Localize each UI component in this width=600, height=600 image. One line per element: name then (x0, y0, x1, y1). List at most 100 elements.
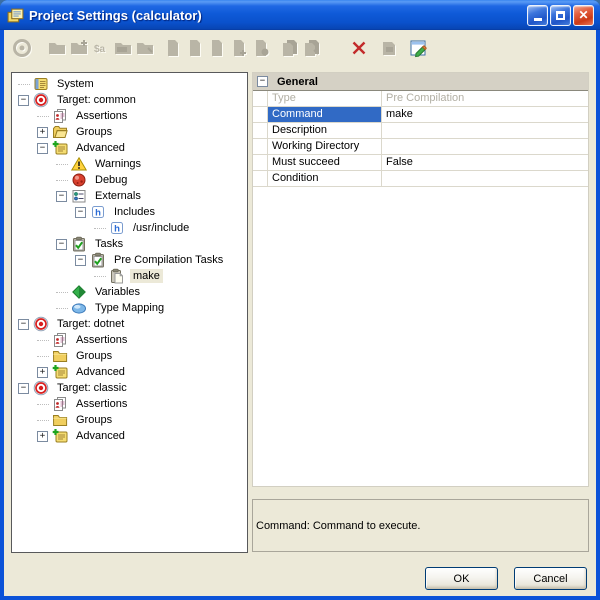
settings-tree[interactable]: System − Target: common Assertions + Gro… (11, 72, 248, 553)
tree-item[interactable]: Assertions (12, 108, 247, 124)
property-value[interactable] (382, 123, 588, 138)
tree-item[interactable]: System (12, 76, 247, 92)
minimize-icon (534, 18, 542, 21)
tree-item-label: Groups (73, 125, 115, 139)
tree-item[interactable]: Groups (12, 412, 247, 428)
warning-icon (71, 156, 88, 172)
tree-expander[interactable]: − (33, 140, 52, 156)
tree-expander (90, 220, 109, 236)
property-category-row[interactable]: − General (253, 73, 588, 91)
tree-item-label: System (54, 77, 97, 91)
property-name[interactable]: Working Directory (268, 139, 382, 154)
task-icon (71, 236, 88, 252)
tree-item[interactable]: − Pre Compilation Tasks (12, 252, 247, 268)
tree-expander (33, 108, 52, 124)
tree-item-label: Advanced (73, 365, 128, 379)
window-title: Project Settings (calculator) (29, 8, 525, 23)
property-row[interactable]: Working Directory (253, 139, 588, 155)
toolbar-group (279, 37, 323, 59)
tree-item-label: Assertions (73, 333, 130, 347)
property-name[interactable]: Condition (268, 171, 382, 186)
doc-gear-icon (250, 37, 272, 59)
docs2-icon (301, 37, 323, 59)
tree-expander[interactable]: − (71, 252, 90, 268)
property-help-text: Command: Command to execute. (256, 520, 420, 532)
property-name[interactable]: Description (268, 123, 382, 138)
folder3-icon (134, 37, 156, 59)
property-help-pane: Command: Command to execute. (252, 499, 589, 552)
dialog-client-area: $a System − Target: common Assertions + … (4, 30, 596, 596)
tree-expander[interactable]: − (52, 188, 71, 204)
tree-item[interactable]: − Advanced (12, 140, 247, 156)
tree-item[interactable]: make (12, 268, 247, 284)
tree-item[interactable]: − Externals (12, 188, 247, 204)
tree-item-label: Groups (73, 349, 115, 363)
property-row[interactable]: Must succeed False (253, 155, 588, 171)
property-row[interactable]: Command make (253, 107, 588, 123)
property-value[interactable]: Pre Compilation (382, 91, 588, 106)
property-value[interactable] (382, 139, 588, 154)
ok-button[interactable]: OK (425, 567, 498, 590)
close-button[interactable]: ✕ (573, 5, 594, 26)
tree-expander[interactable]: + (33, 124, 52, 140)
tree-item[interactable]: Assertions (12, 332, 247, 348)
tree-item[interactable]: Groups (12, 348, 247, 364)
maximize-icon (556, 11, 565, 20)
tree-expander[interactable]: + (33, 428, 52, 444)
make-icon (109, 268, 126, 284)
tree-item[interactable]: h /usr/include (12, 220, 247, 236)
target-icon (33, 316, 50, 332)
tree-item-label: Target: dotnet (54, 317, 127, 331)
minimize-button[interactable] (527, 5, 548, 26)
tree-item[interactable]: Type Mapping (12, 300, 247, 316)
edit-icon[interactable] (408, 37, 430, 59)
maximize-button[interactable] (550, 5, 571, 26)
property-row[interactable]: Type Pre Compilation (253, 91, 588, 107)
cancel-button[interactable]: Cancel (514, 567, 587, 590)
tree-item-label: Assertions (73, 109, 130, 123)
tree-item[interactable]: Assertions (12, 396, 247, 412)
tree-item[interactable]: − Target: classic (12, 380, 247, 396)
tree-item[interactable]: + Advanced (12, 428, 247, 444)
docs-icon (279, 37, 301, 59)
header-icon: h (109, 220, 126, 236)
property-row[interactable]: Description (253, 123, 588, 139)
tree-expander[interactable]: − (14, 316, 33, 332)
tree-expander (52, 300, 71, 316)
property-row-gutter (253, 91, 268, 106)
tree-item[interactable]: − Target: dotnet (12, 316, 247, 332)
tree-item-label: Includes (111, 205, 158, 219)
typemap-icon (71, 300, 88, 316)
assertions-icon (52, 332, 69, 348)
property-value[interactable]: False (382, 155, 588, 170)
tree-item[interactable]: − h Includes (12, 204, 247, 220)
tree-item[interactable]: − Tasks (12, 236, 247, 252)
tree-item[interactable]: + Advanced (12, 364, 247, 380)
tree-item[interactable]: − Target: common (12, 92, 247, 108)
tree-expander[interactable]: − (14, 380, 33, 396)
tree-expander[interactable]: − (14, 92, 33, 108)
tree-expander (90, 268, 109, 284)
tree-expander[interactable]: + (33, 364, 52, 380)
property-name[interactable]: Must succeed (268, 155, 382, 170)
tree-item[interactable]: Variables (12, 284, 247, 300)
tree-item[interactable]: Warnings (12, 156, 247, 172)
toolbar-group (11, 37, 33, 59)
delete-icon[interactable] (348, 37, 370, 59)
tree-expander (52, 172, 71, 188)
property-row[interactable]: Condition (253, 171, 588, 187)
tree-expander (52, 284, 71, 300)
tree-expander[interactable]: − (71, 204, 90, 220)
property-name[interactable]: Command (268, 107, 382, 122)
property-value[interactable]: make (382, 107, 588, 122)
titlebar[interactable]: Project Settings (calculator) ✕ (0, 0, 600, 30)
tree-expander[interactable]: − (52, 236, 71, 252)
tree-item[interactable]: + Groups (12, 124, 247, 140)
property-grid[interactable]: − General Type Pre Compilation Command m… (252, 72, 589, 487)
tree-expander (33, 412, 52, 428)
property-name[interactable]: Type (268, 91, 382, 106)
property-value[interactable] (382, 171, 588, 186)
property-row-gutter (253, 155, 268, 170)
tree-item[interactable]: Debug (12, 172, 247, 188)
category-collapse-icon[interactable]: − (257, 76, 268, 87)
